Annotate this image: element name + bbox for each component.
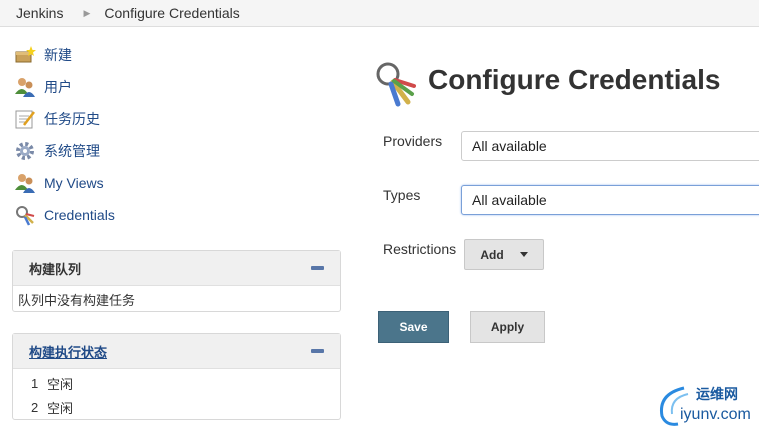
- apply-button[interactable]: Apply: [470, 311, 545, 343]
- users-icon: [14, 76, 36, 98]
- add-button[interactable]: Add: [464, 239, 544, 270]
- types-label: Types: [383, 187, 421, 203]
- sidebar-item-users[interactable]: 用户: [14, 76, 72, 98]
- add-button-label: Add: [480, 247, 504, 262]
- collapse-icon[interactable]: [311, 349, 324, 353]
- executors-header: 构建执行状态: [13, 334, 340, 369]
- gear-icon: [14, 140, 36, 162]
- sidebar-item-new[interactable]: 新建: [14, 44, 72, 66]
- sidebar-item-label: 任务历史: [44, 111, 100, 127]
- executor-row: 1 空闲: [31, 371, 340, 395]
- page-title: Configure Credentials: [428, 64, 721, 95]
- sidebar-item-label: 系统管理: [44, 143, 100, 159]
- executor-number: 1: [31, 375, 39, 391]
- executor-number: 2: [31, 399, 39, 415]
- executors-body: 1 空闲 2 空闲: [13, 369, 340, 419]
- types-select[interactable]: All available: [461, 185, 759, 215]
- watermark-en-text: iyunv.com: [680, 406, 751, 423]
- executor-row: 2 空闲: [31, 395, 340, 419]
- credentials-keys-icon: [372, 60, 420, 108]
- new-item-icon: [14, 44, 36, 66]
- watermark-logo: 运维网 iyunv.com: [654, 384, 754, 428]
- executors-title-link[interactable]: 构建执行状态: [29, 342, 107, 361]
- sidebar-item-manage[interactable]: 系统管理: [14, 140, 100, 162]
- save-button[interactable]: Save: [378, 311, 449, 343]
- build-queue-title: 构建队列: [29, 261, 82, 277]
- sidebar-item-my-views[interactable]: My Views: [14, 172, 104, 194]
- collapse-icon[interactable]: [311, 266, 324, 270]
- sidebar-item-credentials[interactable]: Credentials: [14, 204, 115, 226]
- sidebar-item-label: My Views: [44, 175, 104, 191]
- breadcrumb-separator-icon: ▶: [83, 7, 91, 18]
- users-icon: [14, 172, 36, 194]
- build-history-icon: [14, 108, 36, 130]
- breadcrumb: Jenkins ▶ Configure Credentials: [0, 0, 759, 27]
- breadcrumb-jenkins[interactable]: Jenkins: [16, 5, 63, 21]
- build-queue-body: 队列中没有构建任务: [13, 286, 340, 313]
- build-queue-panel: 构建队列 队列中没有构建任务: [12, 250, 341, 312]
- chevron-down-icon: [519, 252, 528, 257]
- build-queue-header: 构建队列: [13, 251, 340, 286]
- sidebar-item-build-history[interactable]: 任务历史: [14, 108, 100, 130]
- executor-status: 空闲: [47, 400, 74, 416]
- executors-panel: 构建执行状态 1 空闲 2 空闲: [12, 333, 341, 420]
- restrictions-label: Restrictions: [383, 241, 457, 257]
- providers-select[interactable]: All available: [461, 131, 759, 161]
- sidebar-item-label: Credentials: [44, 207, 115, 223]
- keys-icon: [14, 204, 36, 226]
- providers-label: Providers: [383, 133, 443, 149]
- executor-status: 空闲: [47, 376, 74, 392]
- watermark-cn-text: 运维网: [696, 386, 738, 402]
- build-queue-empty-text: 队列中没有构建任务: [18, 293, 136, 308]
- sidebar-item-label: 用户: [44, 79, 72, 95]
- sidebar-item-label: 新建: [44, 47, 72, 63]
- breadcrumb-current[interactable]: Configure Credentials: [104, 5, 239, 21]
